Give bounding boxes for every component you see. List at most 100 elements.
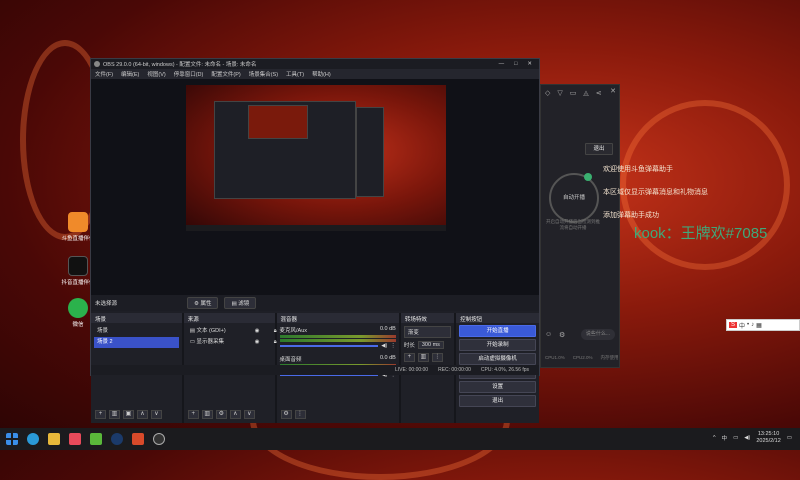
nested-panel (356, 107, 384, 197)
controls-title: 控制按钮 (456, 313, 540, 323)
mixer-track: 麦克风/Aux 0.0 dB ◀) ⋮ (279, 326, 396, 349)
preview-area (91, 79, 539, 295)
monitor-source-icon: ▭ (189, 339, 195, 345)
start-streaming-button[interactable]: 开始直播 (459, 325, 537, 337)
source-item[interactable]: ▤ 文本 (GDI+) ◉ 🔒︎ (187, 326, 277, 337)
settings-button[interactable]: 设置 (459, 381, 537, 393)
remove-transition-button[interactable]: ▥ (417, 353, 429, 362)
explorer-icon[interactable] (48, 433, 60, 445)
menu-file[interactable]: 文件(F) (95, 70, 113, 78)
emoji-icon[interactable]: ☺ (545, 331, 552, 338)
mixer-menu-button[interactable]: ⋮ (294, 410, 306, 419)
source-toolbar: 未选择源 ⚙ 属性 ▤ 滤镜 (91, 295, 539, 311)
menu-profile[interactable]: 配置文件(P) (211, 70, 240, 78)
document-icon[interactable]: ▭ (570, 89, 577, 97)
move-down-button[interactable]: ∨ (151, 410, 162, 419)
menu-edit[interactable]: 编辑(E) (121, 70, 139, 78)
logout-button[interactable]: 退出 (585, 143, 613, 155)
menu-help[interactable]: 帮助(H) (312, 70, 331, 78)
visibility-icon[interactable]: ◉ (255, 337, 260, 348)
douyin-icon (68, 256, 88, 276)
remove-source-button[interactable]: ▥ (201, 410, 213, 419)
exit-button[interactable]: 退出 (459, 395, 537, 407)
track-db: 0.0 dB (379, 326, 396, 332)
properties-button[interactable]: ⚙ 属性 (187, 297, 219, 309)
bell-icon[interactable]: ◬ (583, 89, 588, 97)
ime-lang: 中 (739, 323, 746, 330)
close-icon[interactable]: ✕ (527, 61, 532, 67)
menu-view[interactable]: 视图(V) (147, 70, 165, 78)
transition-menu-button[interactable]: ⋮ (431, 353, 443, 362)
game-app-icon[interactable] (90, 433, 102, 445)
keyboard-icon: ▦ (756, 322, 762, 329)
scene-item[interactable]: 场景 (94, 326, 179, 337)
status-indicator (584, 173, 592, 181)
panel-close-icon[interactable]: ✕ (610, 87, 616, 95)
windows-start-icon[interactable] (6, 433, 18, 445)
source-properties-button[interactable]: ⚙ (215, 410, 227, 419)
rec-status: REC: 00:00:00 (438, 367, 471, 373)
program-preview[interactable] (186, 85, 446, 231)
network-icon[interactable]: ▭ (733, 435, 738, 441)
volume-icon[interactable]: ◀) (744, 435, 750, 441)
track-db: 0.0 dB (379, 355, 396, 361)
panel-stats: CPU1.0% CPU2.0% 内存使用 (545, 355, 619, 361)
start-recording-button[interactable]: 开始录制 (459, 339, 537, 351)
gift-icon[interactable]: ▽ (557, 89, 562, 97)
wallpaper-engine-icon[interactable] (132, 433, 144, 445)
share-icon[interactable]: ⋖ (596, 89, 602, 97)
volume-meter (279, 335, 396, 338)
duration-input[interactable]: 300 ms (417, 341, 444, 349)
add-transition-button[interactable]: + (403, 353, 415, 362)
menu-scene-collection[interactable]: 场景集合(S) (249, 70, 278, 78)
nested-obs-preview (248, 105, 308, 139)
maximize-icon[interactable]: □ (514, 61, 517, 67)
filters-button[interactable]: ▤ 滤镜 (224, 297, 257, 309)
auto-live-button[interactable]: 自动开播 (549, 173, 599, 223)
filters-label: 滤镜 (238, 301, 250, 307)
steam-icon[interactable] (111, 433, 123, 445)
volume-slider[interactable] (279, 345, 379, 347)
obs-window: OBS 29.0.0 (64-bit, windows) - 配置文件: 未命名… (90, 58, 540, 423)
store-icon[interactable] (69, 433, 81, 445)
menu-tools[interactable]: 工具(T) (286, 70, 304, 78)
speaker-icon[interactable]: ◀) (381, 343, 387, 349)
edge-icon[interactable] (27, 433, 39, 445)
tray-ime[interactable]: 中 (722, 434, 728, 442)
tray-expand-icon[interactable]: ^ (713, 435, 716, 441)
more-icon[interactable]: ⋮ (390, 343, 396, 349)
menu-docks[interactable]: 停靠窗口(D) (174, 70, 204, 78)
minimize-icon[interactable]: — (499, 61, 505, 67)
danmaku-panel: ◇ ▽ ▭ ◬ ⋖ ✕ 退出 自动开播 开启自动开播后当检测到推流将自动开播 说… (540, 84, 620, 368)
duration-label: 时长 (403, 343, 415, 349)
no-source-label: 未选择源 (95, 301, 118, 307)
shield-icon[interactable]: ◇ (545, 89, 550, 97)
volume-meter (279, 339, 396, 342)
add-source-button[interactable]: + (187, 410, 199, 419)
add-scene-button[interactable]: + (95, 410, 106, 419)
source-label: 文本 (GDI+) (196, 328, 226, 334)
ime-toolbar[interactable]: S 中 • ♪ ▦ (726, 319, 800, 331)
panel-input[interactable]: 说些什么... (581, 329, 615, 340)
obs-taskbar-icon[interactable] (153, 433, 165, 445)
clock[interactable]: 13:25:10 2025/2/12 (756, 431, 780, 445)
transition-select[interactable]: 渐变 (403, 326, 452, 338)
source-item[interactable]: ▭ 显示器采集 ◉ 🔒︎ (187, 337, 277, 348)
notification-icon[interactable]: ▭ (787, 435, 792, 441)
properties-label: 属性 (200, 301, 212, 307)
system-tray: ^ 中 ▭ ◀) 13:25:10 2025/2/12 ▭ (713, 431, 792, 445)
obs-titlebar[interactable]: OBS 29.0.0 (64-bit, windows) - 配置文件: 未命名… (91, 59, 539, 69)
live-status: LIVE: 00:00:00 (395, 367, 429, 373)
virtual-camera-button[interactable]: 启动虚拟摄像机 (459, 353, 537, 365)
remove-scene-button[interactable]: ▥ (109, 410, 120, 419)
audio-settings-button[interactable]: ⚙ (280, 410, 292, 419)
scene-item[interactable]: 场景 2 (94, 337, 179, 348)
visibility-icon[interactable]: ◉ (255, 326, 260, 337)
settings-icon[interactable]: ⚙ (559, 331, 565, 339)
move-down-button[interactable]: ∨ (243, 410, 255, 419)
menu-bar: 文件(F) 编辑(E) 视图(V) 停靠窗口(D) 配置文件(P) 场景集合(S… (91, 69, 539, 79)
chat-message: 欢迎使用斗鱼弹幕助手 (603, 166, 673, 173)
scene-filter-button[interactable]: ▣ (123, 410, 134, 419)
move-up-button[interactable]: ∧ (137, 410, 148, 419)
move-up-button[interactable]: ∧ (229, 410, 241, 419)
